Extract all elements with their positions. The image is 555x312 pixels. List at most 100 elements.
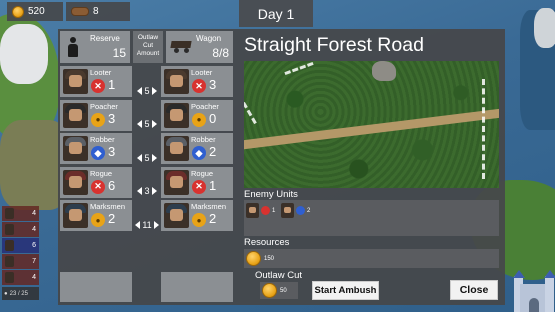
resource-amount: 150 [264, 255, 275, 262]
party-size-value: 23 / 25 [9, 290, 28, 297]
party-slot-count: 6 [32, 242, 36, 249]
party-slot[interactable]: 4 [2, 222, 39, 237]
unit-name: Looter [191, 68, 213, 77]
unit-name: Poacher [191, 101, 219, 111]
party-slot[interactable]: 6 [2, 238, 39, 253]
forest-road [244, 104, 499, 151]
arrow-left-icon[interactable] [137, 187, 143, 195]
unit-name: Marksmen [90, 202, 126, 211]
unit-count: 1 [209, 177, 217, 193]
wood-amount: 8 [93, 6, 99, 17]
wagon-unit-card[interactable]: Marksmen ● 2 [161, 200, 233, 231]
resource-item: 150 [246, 251, 274, 266]
unit-count: 2 [209, 144, 217, 159]
reserve-unit-card[interactable]: Marksmen ● 2 [60, 200, 132, 231]
start-ambush-button[interactable]: Start Ambush [312, 281, 379, 300]
looter-portrait [164, 69, 189, 94]
transfer-control: 5 [133, 142, 161, 173]
outlaw-cut-label: Outlaw Cut [255, 270, 302, 281]
boundary-line [244, 101, 257, 125]
arrow-left-icon[interactable] [137, 120, 143, 128]
party-slot[interactable]: 4 [2, 270, 39, 285]
shield-icon: ◆ [192, 146, 206, 160]
unit-name: Rogue [191, 168, 214, 178]
snow-region [534, 8, 555, 48]
arrow-right-icon[interactable] [151, 120, 157, 128]
reserve-label: Reserve [90, 34, 120, 43]
unit-name: Robber [90, 135, 115, 144]
looter-portrait [63, 69, 88, 94]
unit-name: Rogue [90, 168, 113, 178]
reserve-unit-card[interactable]: Rogue ✕ 6 [60, 166, 132, 198]
transfer-amount: 5 [144, 152, 150, 163]
enemy-unit-count: 1 [272, 207, 276, 214]
x-icon: ✕ [91, 79, 105, 93]
outlaw-cut-value-box: 50 [260, 282, 298, 299]
party-slot[interactable]: 7 [2, 254, 39, 269]
unit-count: 0 [209, 110, 217, 126]
unit-count: 3 [108, 110, 116, 126]
wagon-unit-card[interactable]: Robber ◆ 2 [161, 133, 233, 164]
arrow-right-icon[interactable] [153, 220, 159, 229]
gold-amount: 520 [28, 6, 45, 17]
arrow-left-icon[interactable] [135, 220, 141, 229]
resources-list: 150 [244, 249, 499, 268]
shield-icon [296, 206, 305, 215]
coin-icon: ● [192, 213, 206, 227]
reserve-unit-card[interactable]: Robber ◆ 3 [60, 133, 132, 164]
unit-portrait-icon [5, 256, 14, 267]
transfer-control: 5 [133, 75, 161, 106]
arrow-left-icon[interactable] [137, 153, 143, 162]
unit-count: 2 [108, 211, 116, 226]
castle-icon[interactable] [513, 270, 555, 312]
person-icon: ● [4, 290, 8, 297]
reserve-value: 15 [112, 46, 126, 60]
coin-icon: ● [91, 112, 105, 127]
transfer-amount: 5 [144, 119, 150, 129]
transfer-control: 5 [133, 109, 161, 140]
wagon-unit-card[interactable]: Poacher ● 0 [161, 99, 233, 131]
robber-portrait [63, 136, 88, 161]
marksmen-portrait [164, 203, 189, 228]
boundary-line [482, 79, 485, 179]
wagon-unit-card[interactable]: Looter ✕ 3 [161, 66, 233, 97]
poacher-portrait [63, 102, 88, 128]
enemy-portrait [281, 203, 294, 218]
unit-portrait-icon [5, 272, 14, 283]
arrow-right-icon[interactable] [151, 153, 157, 162]
wagon-unit-list: Looter ✕ 3 Poacher ● 0 Robber ◆ 2 Rogue … [161, 66, 233, 234]
gold-coin-icon [12, 5, 24, 18]
party-slot-count: 4 [32, 226, 36, 233]
unit-portrait-icon [5, 224, 14, 235]
enemy-units-list: 1 2 [244, 200, 499, 236]
party-slot-count: 7 [32, 258, 36, 265]
x-icon: ✕ [192, 79, 206, 93]
unit-count: 3 [108, 144, 116, 159]
transfer-control: 11 [133, 209, 161, 240]
wood-log-icon [71, 7, 89, 16]
party-slot-count: 4 [32, 274, 36, 281]
rogue-portrait [164, 169, 189, 195]
location-preview [244, 61, 499, 188]
party-slot-count: 4 [32, 210, 36, 217]
unit-count: 3 [209, 77, 217, 92]
coin-icon: ● [192, 112, 206, 127]
day-label: Day 1 [257, 5, 295, 22]
arrow-right-icon[interactable] [151, 86, 157, 95]
arrow-right-icon[interactable] [151, 187, 157, 195]
x-icon: ✕ [91, 179, 105, 194]
reserve-unit-card[interactable]: Looter ✕ 1 [60, 66, 132, 97]
party-slot[interactable]: 4 [2, 206, 39, 221]
unit-portrait-icon [5, 208, 14, 219]
marksmen-portrait [63, 203, 88, 228]
reserve-unit-card[interactable]: Poacher ● 3 [60, 99, 132, 131]
x-icon: ✕ [192, 179, 206, 194]
arrow-left-icon[interactable] [137, 86, 143, 95]
person-icon [68, 37, 78, 57]
rock [372, 61, 396, 81]
resources-label: Resources [244, 237, 290, 248]
wagon-unit-card[interactable]: Rogue ✕ 1 [161, 166, 233, 198]
unit-name: Robber [191, 135, 216, 144]
close-button[interactable]: Close [450, 280, 498, 300]
enemy-unit: 2 [281, 203, 310, 218]
